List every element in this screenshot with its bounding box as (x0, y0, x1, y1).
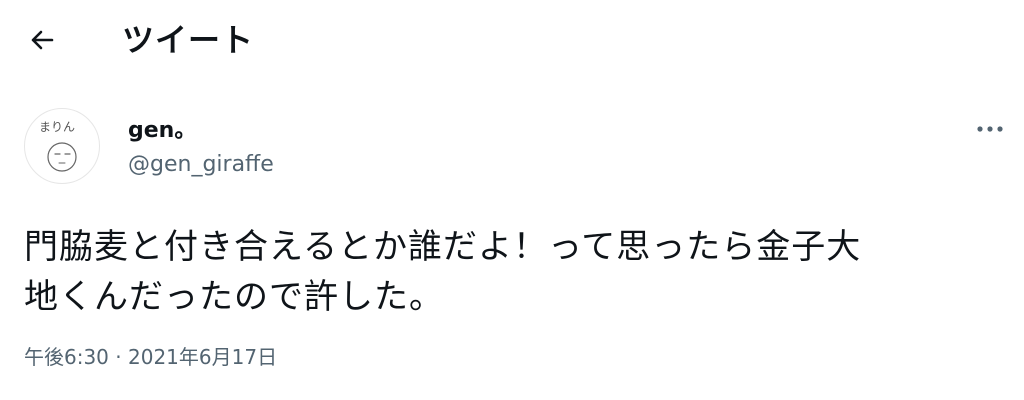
tweet-time: 午後6:30 (24, 345, 109, 369)
avatar[interactable]: まりん (24, 108, 100, 184)
arrow-left-icon (31, 30, 54, 50)
more-options-button[interactable] (968, 114, 1012, 144)
tweet-text: 門脇麦と付き合えるとか誰だよ！って思ったら金子大 地くんだったので許した。 (24, 222, 984, 322)
tweet-text-line: 門脇麦と付き合えるとか誰だよ！って思ったら金子大 (24, 227, 862, 267)
page-title: ツイート (122, 21, 255, 59)
tweet-timestamp[interactable]: 午後6:30 · 2021年6月17日 (24, 342, 277, 372)
more-horizontal-icon (977, 126, 1003, 132)
back-button[interactable] (22, 22, 62, 58)
header: ツイート (0, 0, 1024, 80)
tweet-date: 2021年6月17日 (128, 345, 278, 369)
meta-separator: · (115, 345, 122, 369)
avatar-caption: まりん (39, 120, 75, 134)
tweet-detail-page: ツイート まりん gen。 @gen_giraffe 門脇麦と付き合えるとか誰だ… (0, 0, 1024, 400)
tweet-text-line: 地くんだったので許した。 (24, 277, 444, 317)
avatar-sketch-icon: まりん (39, 120, 77, 172)
display-name[interactable]: gen。 (128, 116, 196, 146)
user-handle[interactable]: @gen_giraffe (128, 150, 274, 180)
